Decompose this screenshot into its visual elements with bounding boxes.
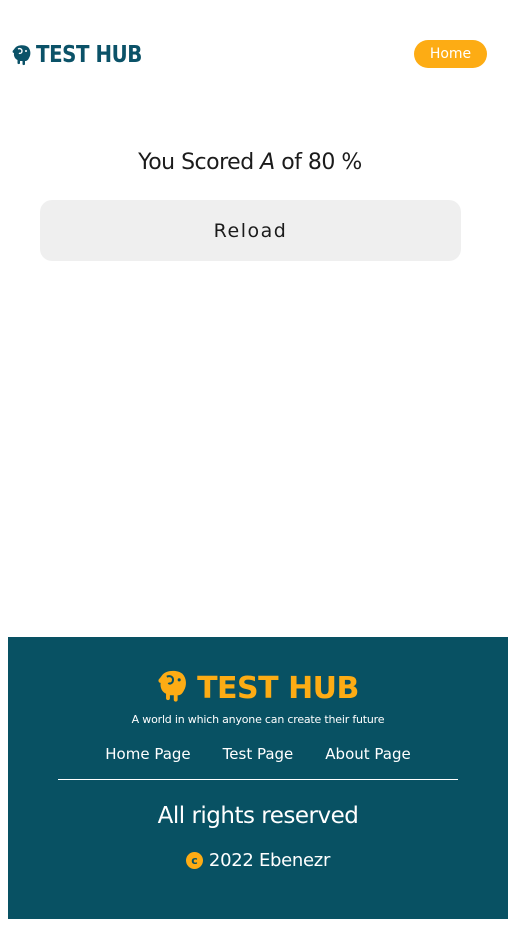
copyright: c 2022 Ebenezr: [8, 850, 508, 871]
rights-text: All rights reserved: [157, 803, 359, 829]
footer-nav: Home Page Test Page About Page: [8, 745, 508, 763]
score-grade: A: [260, 150, 275, 175]
copyright-icon: c: [185, 852, 203, 869]
score-suffix: of 80 %: [281, 150, 362, 175]
reload-button[interactable]: Reload: [40, 200, 461, 261]
elephant-icon: [157, 669, 189, 707]
brand-name: TEST HUB: [36, 42, 142, 68]
copyright-text: 2022 Ebenezr: [208, 850, 331, 871]
footer-tagline: A world in which anyone can create their…: [131, 713, 385, 726]
footer-link-test[interactable]: Test Page: [223, 745, 294, 763]
brand-logo-link[interactable]: TEST HUB: [12, 40, 159, 70]
score-prefix: You Scored: [138, 150, 254, 175]
footer-brand-name: TEST HUB: [197, 670, 359, 706]
home-button[interactable]: Home: [414, 40, 487, 68]
footer-link-about[interactable]: About Page: [325, 745, 410, 763]
footer-brand[interactable]: TEST HUB: [8, 669, 508, 707]
score-text: You Scored A of 80 %: [0, 150, 500, 175]
footer: TEST HUB A world in which anyone can cre…: [8, 637, 508, 919]
page: TEST HUB Home You Scored A of 80 % Reloa…: [0, 0, 508, 927]
footer-divider: [58, 779, 458, 780]
header: TEST HUB Home: [0, 0, 508, 110]
elephant-icon: [12, 44, 32, 66]
footer-link-home[interactable]: Home Page: [105, 745, 190, 763]
